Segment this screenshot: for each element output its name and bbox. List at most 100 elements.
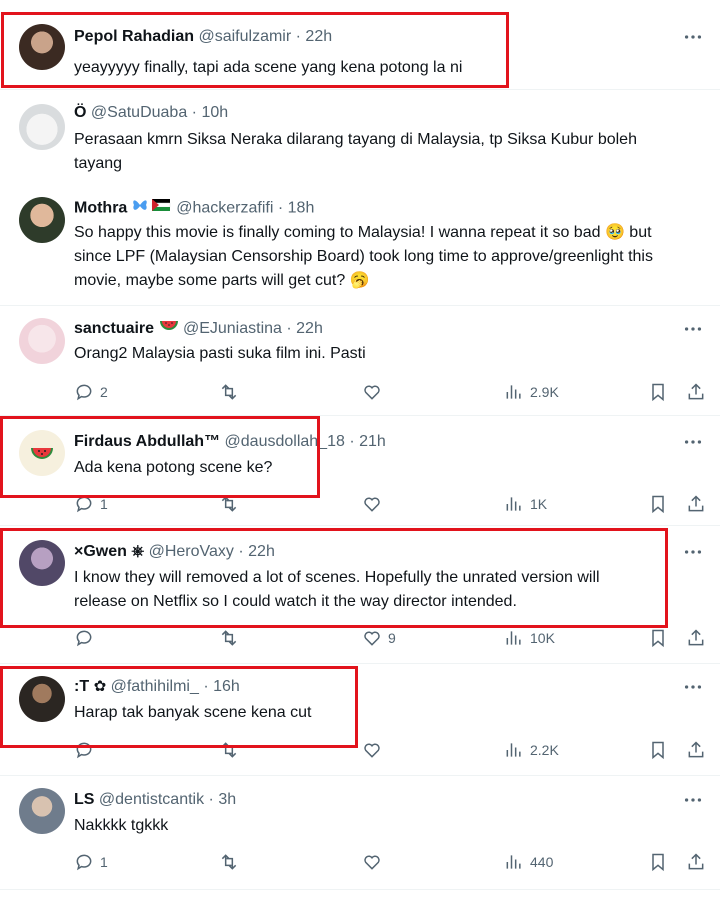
avatar[interactable] [19, 24, 65, 70]
views-button[interactable]: 2.9K [504, 380, 559, 404]
tweet-7[interactable]: :T ✿ @fathihilmi_ · 16h Harap tak banyak… [0, 664, 720, 774]
more-dots-icon[interactable] [682, 789, 704, 811]
like-button[interactable] [362, 492, 382, 516]
tweet-text: Perasaan kmrn Siksa Neraka dilarang taya… [74, 128, 708, 176]
avatar[interactable] [19, 104, 65, 150]
author-handle[interactable]: @HeroVaxy [149, 543, 234, 560]
separator: · [286, 320, 292, 338]
timestamp[interactable]: 22h [305, 28, 332, 45]
timestamp[interactable]: 3h [218, 791, 236, 808]
tweet-header: Ö @SatuDuaba · 10h [74, 102, 228, 124]
bookmark-button[interactable] [648, 492, 668, 516]
tweet-5[interactable]: Firdaus Abdullah™ @dausdollah_18 · 21h A… [0, 416, 720, 524]
reply-button[interactable] [74, 738, 94, 762]
avatar[interactable] [19, 788, 65, 834]
avatar[interactable] [19, 676, 65, 722]
timestamp[interactable]: 22h [296, 320, 323, 337]
reply-button[interactable] [74, 626, 94, 650]
tweet-6[interactable]: ×Gwen ⎈ @HeroVaxy · 22h I know they will… [0, 526, 720, 662]
share-button[interactable] [686, 492, 706, 516]
repost-button[interactable] [219, 380, 239, 404]
author-name[interactable]: Firdaus Abdullah™ [74, 433, 220, 450]
repost-button[interactable] [219, 626, 239, 650]
tweet-header: sanctuaire @EJuniastina · 22h [74, 318, 323, 340]
author-handle[interactable]: @SatuDuaba [91, 104, 187, 121]
timestamp[interactable]: 21h [359, 433, 386, 450]
timestamp[interactable]: 22h [248, 543, 275, 560]
share-button[interactable] [686, 738, 706, 762]
author-handle[interactable]: @dentistcantik [99, 791, 204, 808]
views-icon [506, 497, 521, 511]
author-handle[interactable]: @fathihilmi_ [111, 678, 199, 695]
share-icon [688, 495, 704, 512]
repost-button[interactable] [219, 738, 239, 762]
like-button[interactable] [362, 850, 382, 874]
author-handle[interactable]: @saifulzamir [198, 28, 291, 45]
separator: · [203, 678, 209, 696]
views-button[interactable]: 10K [504, 626, 555, 650]
tweet-3[interactable]: Mothra @hackerzafifi · 18h So happy this… [0, 185, 720, 303]
reply-count: 1 [100, 496, 108, 512]
separator: · [349, 433, 355, 450]
reply-button[interactable]: 2 [74, 380, 108, 404]
watermelon-icon [159, 318, 179, 340]
tweet-text-line: Harap tak banyak scene kena cut [74, 704, 312, 721]
share-button[interactable] [686, 380, 706, 404]
tweet-text-line: movie, maybe some parts will get cut? 🥱 [74, 272, 370, 289]
more-dots-icon[interactable] [682, 541, 704, 563]
tweet-text-line: yeayyyyy finally, tapi ada scene yang ke… [74, 59, 463, 76]
bookmark-button[interactable] [648, 626, 668, 650]
avatar[interactable] [19, 430, 65, 476]
author-name[interactable]: Mothra [74, 200, 127, 217]
avatar[interactable] [19, 318, 65, 364]
author-name[interactable]: LS [74, 791, 94, 808]
more-dots-icon[interactable] [682, 431, 704, 453]
author-name[interactable]: Ö [74, 104, 86, 121]
more-dots-icon[interactable] [682, 318, 704, 340]
repost-icon [221, 630, 237, 646]
butterfly-flag-icon [132, 197, 172, 220]
timestamp[interactable]: 18h [288, 200, 315, 217]
author-handle[interactable]: @EJuniastina [183, 320, 282, 337]
more-dots-icon[interactable] [682, 26, 704, 48]
like-icon [364, 855, 380, 870]
author-name[interactable]: Pepol Rahadian [74, 28, 194, 45]
like-button[interactable]: 9 [362, 626, 396, 650]
author-name[interactable]: :T [74, 678, 89, 695]
share-icon [688, 853, 704, 870]
repost-button[interactable] [219, 492, 239, 516]
reply-button[interactable]: 1 [74, 850, 108, 874]
author-handle[interactable]: @dausdollah_18 [225, 433, 345, 450]
timestamp[interactable]: 16h [213, 678, 240, 695]
bookmark-button[interactable] [648, 850, 668, 874]
separator: · [277, 199, 284, 217]
author-handle[interactable]: @hackerzafifi [176, 200, 273, 217]
author-name[interactable]: sanctuaire [74, 320, 154, 337]
reply-icon [76, 384, 92, 401]
share-button[interactable] [686, 850, 706, 874]
bookmark-button[interactable] [648, 380, 668, 404]
tweet-2[interactable]: Ö @SatuDuaba · 10h Perasaan kmrn Siksa N… [0, 90, 720, 180]
reply-button[interactable]: 1 [74, 492, 108, 516]
avatar[interactable] [19, 540, 65, 586]
repost-icon [221, 384, 237, 400]
reply-count: 1 [100, 854, 108, 870]
action-bar: 2.2K [74, 738, 708, 762]
tweet-text: Nakkkk tgkkk [74, 814, 708, 838]
repost-button[interactable] [219, 850, 239, 874]
views-button[interactable]: 440 [504, 850, 553, 874]
share-button[interactable] [686, 626, 706, 650]
like-button[interactable] [362, 380, 382, 404]
author-name[interactable]: ×Gwen ⎈ [74, 543, 144, 560]
tweet-8[interactable]: LS @dentistcantik · 3h Nakkkk tgkkk 1 44… [0, 776, 720, 888]
views-button[interactable]: 2.2K [504, 738, 559, 762]
tweet-1[interactable]: Pepol Rahadian @saifulzamir · 22h yeayyy… [0, 0, 720, 88]
avatar[interactable] [19, 197, 65, 243]
views-button[interactable]: 1K [504, 492, 547, 516]
views-count: 10K [530, 630, 555, 646]
tweet-4[interactable]: sanctuaire @EJuniastina · 22h Orang2 Mal… [0, 306, 720, 414]
like-button[interactable] [362, 738, 382, 762]
timestamp[interactable]: 10h [201, 104, 228, 121]
more-dots-icon[interactable] [682, 676, 704, 698]
bookmark-button[interactable] [648, 738, 668, 762]
